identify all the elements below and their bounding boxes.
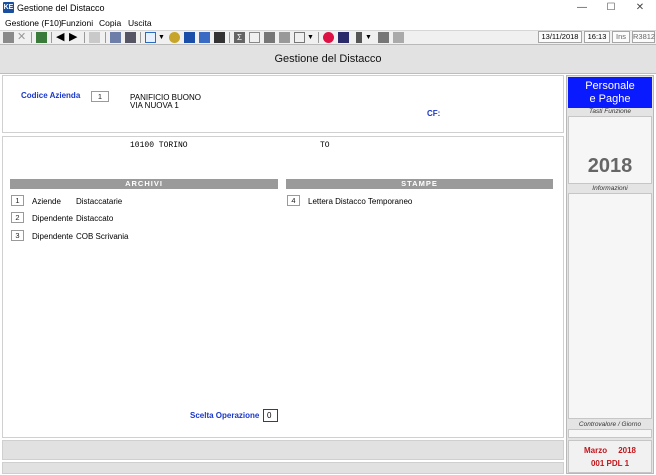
status-code: R3812 — [632, 31, 656, 43]
minimize-icon[interactable]: — — [568, 0, 596, 16]
message-bar — [2, 440, 564, 460]
archivi-item-1-label[interactable]: Aziende — [32, 197, 61, 206]
grid-icon[interactable] — [184, 32, 195, 43]
archivi-item-1-number[interactable]: 1 — [11, 195, 24, 206]
archivi-item-3-number[interactable]: 3 — [11, 230, 24, 241]
config-icon[interactable] — [378, 32, 389, 43]
delete-icon[interactable]: ✕ — [17, 32, 28, 43]
page-title: Gestione del Distacco — [274, 53, 382, 65]
web-icon[interactable] — [323, 32, 334, 43]
informazioni-box — [568, 193, 652, 419]
archivi-item-2-label[interactable]: Dipendente — [32, 214, 73, 223]
archivi-item-3-extra[interactable]: COB Scrivania — [76, 232, 128, 241]
stampe-item-4-number[interactable]: 4 — [287, 195, 300, 206]
keyboard-icon[interactable] — [199, 32, 210, 43]
window-icon[interactable] — [294, 32, 305, 43]
codice-azienda-field[interactable]: 1 — [91, 91, 109, 102]
menu-uscita[interactable]: Uscita — [128, 18, 152, 28]
status-time: 16:13 — [584, 31, 610, 43]
cf-label: CF: — [427, 109, 441, 118]
save-icon[interactable] — [36, 32, 47, 43]
controvalore-label: Controvalore / Giorno — [578, 421, 642, 428]
archivi-item-1-extra[interactable]: Distaccatarie — [76, 197, 122, 206]
archivi-item-2-number[interactable]: 2 — [11, 212, 24, 223]
period-label: Marzo 2018 — [583, 446, 637, 455]
period-box — [568, 440, 652, 473]
azienda-panel — [2, 75, 564, 133]
archivi-header: ARCHIVI — [10, 179, 278, 189]
close-icon[interactable]: ✕ — [626, 0, 654, 16]
stampe-header: STAMPE — [286, 179, 553, 189]
help-icon[interactable] — [338, 32, 349, 43]
app-icon: KE — [3, 2, 14, 13]
dropdown-icon[interactable]: ▼ — [158, 32, 169, 43]
archivi-item-2-extra[interactable]: Distaccato — [76, 214, 113, 223]
find-icon[interactable] — [89, 32, 100, 43]
azienda-street: VIA NUOVA 1 — [130, 101, 179, 110]
attach-icon[interactable] — [356, 32, 362, 43]
side-year: 2018 — [587, 155, 633, 177]
stop-icon[interactable] — [3, 32, 14, 43]
arrow-right-icon[interactable]: ▶ — [69, 32, 80, 43]
informazioni-label: Informazioni — [592, 185, 628, 192]
copy-icon[interactable] — [110, 32, 121, 43]
menu-gestione[interactable]: Gestione (F10) — [5, 18, 62, 28]
report-icon[interactable] — [264, 32, 275, 43]
sum-icon[interactable]: Σ — [234, 32, 245, 43]
status-date: 13/11/2018 — [538, 31, 582, 43]
brand-line-1: Personale — [585, 80, 635, 92]
arrow-left-icon[interactable]: ◀ — [56, 32, 67, 43]
dropdown-icon[interactable]: ▼ — [307, 32, 318, 43]
menu-funzioni[interactable]: Funzioni — [61, 18, 93, 28]
maximize-icon[interactable]: ☐ — [597, 0, 625, 16]
stampe-item-4-label[interactable]: Lettera Distacco Temporaneo — [308, 197, 412, 206]
tasti-funzione-label: Tasti Funzione — [588, 108, 632, 115]
exit-icon[interactable] — [393, 32, 404, 43]
status-bar — [2, 462, 564, 474]
menu-copia[interactable]: Copia — [99, 18, 121, 28]
scelta-operazione-label: Scelta Operazione — [190, 411, 260, 420]
wand-icon[interactable] — [169, 32, 180, 43]
codice-azienda-label: Codice Azienda — [21, 91, 81, 100]
azienda-city: 10100 TORINO — [130, 141, 188, 150]
controvalore-box — [568, 429, 652, 438]
pdl-label: 001 PDL 1 — [590, 459, 630, 468]
azienda-province: TO — [320, 141, 330, 150]
status-mode: Ins — [612, 31, 630, 43]
calc-icon[interactable] — [249, 32, 260, 43]
brand-logo: Personale e Paghe — [568, 77, 652, 108]
brand-line-2: e Paghe — [589, 93, 631, 105]
paste-icon[interactable] — [125, 32, 136, 43]
list-icon[interactable] — [279, 32, 290, 43]
window-title: Gestione del Distacco — [17, 3, 105, 13]
print-icon[interactable] — [214, 32, 225, 43]
mail-icon[interactable] — [145, 32, 156, 43]
dropdown-icon[interactable]: ▼ — [365, 32, 376, 43]
archivi-item-3-label[interactable]: Dipendente — [32, 232, 73, 241]
scelta-operazione-input[interactable]: 0 — [263, 409, 278, 422]
